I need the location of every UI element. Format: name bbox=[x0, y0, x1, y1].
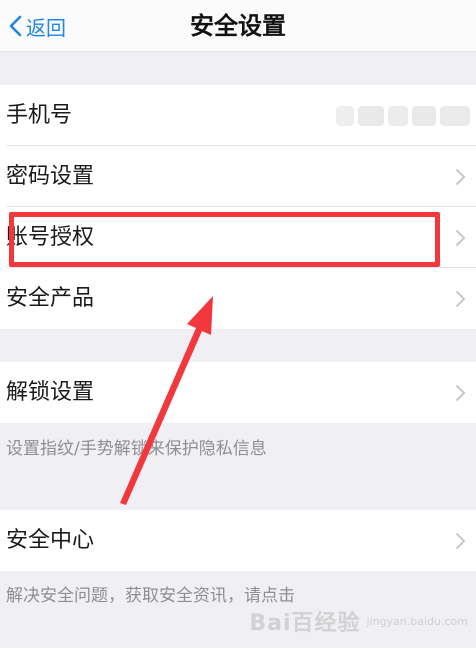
chevron-right-icon bbox=[455, 168, 466, 186]
annotation-highlight-box bbox=[9, 212, 440, 267]
watermark-url: jingyan.baidu.com bbox=[366, 614, 468, 628]
password-settings-label: 密码设置 bbox=[6, 164, 95, 189]
security-products-label: 安全产品 bbox=[6, 286, 95, 311]
chevron-right-icon bbox=[455, 384, 466, 402]
chevron-right-icon bbox=[455, 290, 466, 308]
security-center-row[interactable]: 安全中心 bbox=[0, 510, 476, 571]
unlock-settings-hint: 设置指纹/手势解锁来保护隐私信息 bbox=[0, 424, 476, 474]
unlock-settings-row[interactable]: 解锁设置 bbox=[0, 362, 476, 423]
chevron-right-icon bbox=[455, 532, 466, 550]
password-settings-row[interactable]: 密码设置 bbox=[0, 146, 476, 207]
page-title: 安全设置 bbox=[190, 12, 286, 40]
security-center-label: 安全中心 bbox=[6, 528, 95, 553]
watermark: Bai百经验 jingyan.baidu.com bbox=[249, 604, 468, 638]
navigation-bar: 返回 安全设置 bbox=[0, 0, 476, 52]
phone-number-value-redacted bbox=[330, 103, 470, 129]
chevron-right-icon bbox=[455, 229, 466, 247]
security-center-section: 安全中心 bbox=[0, 510, 476, 571]
phone-number-label: 手机号 bbox=[6, 103, 73, 128]
account-security-section: 手机号 密码设置 账号授权 安全产品 bbox=[0, 85, 476, 329]
unlock-settings-hint-text: 设置指纹/手势解锁来保护隐私信息 bbox=[6, 439, 267, 459]
phone-number-row[interactable]: 手机号 bbox=[0, 85, 476, 146]
unlock-settings-label: 解锁设置 bbox=[6, 380, 95, 405]
security-products-row[interactable]: 安全产品 bbox=[0, 268, 476, 329]
unlock-settings-section: 解锁设置 bbox=[0, 362, 476, 423]
watermark-logo: Bai百经验 bbox=[249, 611, 361, 636]
